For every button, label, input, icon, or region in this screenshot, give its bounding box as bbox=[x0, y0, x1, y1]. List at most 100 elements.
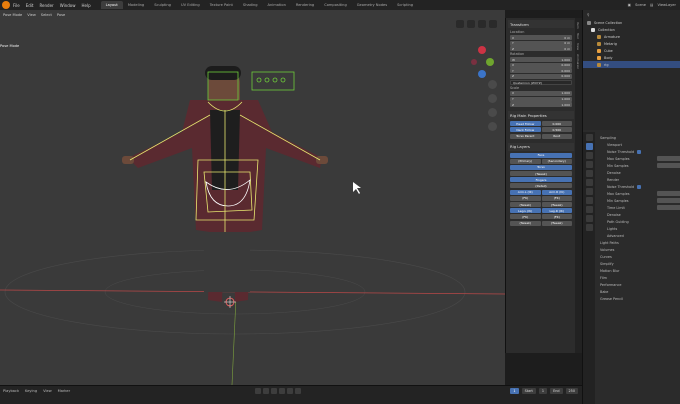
timeline-menu-marker[interactable]: Marker bbox=[58, 389, 70, 393]
outliner-item[interactable]: Body bbox=[583, 54, 680, 61]
properties-row[interactable]: Noise Threshold bbox=[597, 183, 680, 190]
outliner-item[interactable]: Collection bbox=[583, 26, 680, 33]
face-ctrl-3[interactable] bbox=[272, 77, 278, 83]
modifier-tab-icon[interactable] bbox=[585, 197, 593, 204]
properties-row[interactable]: Film bbox=[597, 274, 680, 281]
location-x-field[interactable]: X0 m bbox=[510, 35, 572, 40]
jump-start-icon[interactable] bbox=[255, 388, 261, 394]
workspace-tab-animation[interactable]: Animation bbox=[263, 1, 291, 9]
outliner-item[interactable]: rig bbox=[583, 61, 680, 68]
workspace-tab-compositing[interactable]: Compositing bbox=[319, 1, 352, 9]
rig-layer-toggle[interactable]: (Tweak) bbox=[541, 220, 572, 226]
rendered-shading-icon[interactable] bbox=[489, 20, 497, 28]
rig-layer-toggle[interactable]: (Tweak) bbox=[510, 202, 541, 208]
properties-row[interactable]: Sampling bbox=[597, 134, 680, 141]
current-frame-field[interactable]: 1 bbox=[510, 388, 519, 394]
gizmo-y-icon[interactable] bbox=[486, 58, 494, 66]
start-frame-field[interactable]: 1 bbox=[538, 388, 548, 394]
rotation-z-field[interactable]: Z 0.000 bbox=[510, 73, 572, 79]
location-y-field[interactable]: Y0 m bbox=[510, 40, 572, 46]
view-layer-tab-icon[interactable] bbox=[585, 161, 593, 168]
scene-icon[interactable]: ▣ bbox=[628, 3, 631, 7]
menu-help[interactable]: Help bbox=[81, 3, 90, 8]
3d-viewport[interactable]: Pose Mode View Select Pose Pose Mode bbox=[0, 10, 505, 385]
properties-row[interactable]: Performance bbox=[597, 281, 680, 288]
material-shading-icon[interactable] bbox=[478, 20, 486, 28]
play-icon[interactable] bbox=[279, 388, 285, 394]
rotation-mode-dropdown[interactable]: Quaternion (WXYZ) bbox=[510, 79, 572, 85]
rig-layer-toggle[interactable]: Leg.R (IK) bbox=[541, 208, 572, 214]
viewport-menu-view[interactable]: View bbox=[27, 13, 36, 17]
properties-row[interactable]: Volumes bbox=[597, 246, 680, 253]
rig-layer-toggle[interactable]: Leg.L (IK) bbox=[510, 208, 541, 214]
properties-row[interactable]: Min Samples bbox=[597, 162, 680, 169]
object-tab-icon[interactable] bbox=[585, 188, 593, 195]
properties-value-field[interactable] bbox=[657, 205, 680, 210]
viewport-canvas[interactable] bbox=[0, 10, 505, 385]
face-ctrl-4[interactable] bbox=[280, 77, 286, 83]
rig-layer-toggle[interactable]: Face bbox=[510, 152, 572, 158]
rig-layer-toggle[interactable]: (FK) bbox=[541, 214, 572, 220]
world-tab-icon[interactable] bbox=[585, 179, 593, 186]
viewport-menu-pose[interactable]: Pose bbox=[57, 13, 65, 17]
scale-x-field[interactable]: X 1.000 bbox=[510, 90, 572, 96]
face-ctrl-1[interactable] bbox=[256, 77, 262, 83]
tool-tab-icon[interactable] bbox=[585, 134, 593, 141]
properties-value-field[interactable] bbox=[657, 156, 680, 161]
properties-row[interactable]: Denoise bbox=[597, 211, 680, 218]
solid-shading-icon[interactable] bbox=[467, 20, 475, 28]
properties-row[interactable]: Max Samples bbox=[597, 190, 680, 197]
scene-name[interactable]: Scene bbox=[635, 3, 646, 7]
sidebar-tab-animation[interactable]: Animation bbox=[576, 54, 580, 69]
workspace-tab-shading[interactable]: Shading bbox=[238, 1, 263, 9]
properties-row[interactable]: Lights bbox=[597, 225, 680, 232]
scene-tab-icon[interactable] bbox=[585, 170, 593, 177]
properties-row[interactable]: Denoise bbox=[597, 169, 680, 176]
properties-row[interactable]: Advanced bbox=[597, 232, 680, 239]
pan-icon[interactable] bbox=[488, 94, 497, 103]
workspace-tab-modeling[interactable]: Modeling bbox=[123, 1, 149, 9]
rotation-x-field[interactable]: X 0.000 bbox=[510, 62, 572, 68]
properties-row[interactable]: Grease Pencil bbox=[597, 295, 680, 302]
rig-main-title[interactable]: Rig Main Properties bbox=[508, 111, 574, 120]
constraints-tab-icon[interactable] bbox=[585, 215, 593, 222]
workspace-tab-sculpting[interactable]: Sculpting bbox=[149, 1, 176, 9]
rig-layer-toggle[interactable]: Arm.R (IK) bbox=[541, 189, 572, 195]
transform-title[interactable]: Transform bbox=[508, 20, 574, 28]
timeline-menu-view[interactable]: View bbox=[43, 389, 52, 393]
menu-file[interactable]: File bbox=[13, 3, 20, 8]
gizmo-x-icon[interactable] bbox=[478, 46, 486, 54]
sidebar-tab-tool[interactable]: Tool bbox=[576, 33, 580, 39]
viewport-mode-menu[interactable]: Pose Mode bbox=[3, 13, 22, 17]
outliner-item[interactable]: Armature bbox=[583, 33, 680, 40]
wireframe-shading-icon[interactable] bbox=[456, 20, 464, 28]
outliner-filter-icon[interactable]: ⚲ bbox=[587, 13, 589, 17]
menu-render[interactable]: Render bbox=[39, 3, 53, 8]
outliner-item[interactable]: Metarig bbox=[583, 40, 680, 47]
camera-view-icon[interactable] bbox=[488, 108, 497, 117]
properties-row[interactable]: Noise Threshold bbox=[597, 148, 680, 155]
properties-row[interactable]: Motion Blur bbox=[597, 267, 680, 274]
face-ctrl-2[interactable] bbox=[264, 77, 270, 83]
physics-tab-icon[interactable] bbox=[585, 206, 593, 213]
outliner-item[interactable]: Cube bbox=[583, 47, 680, 54]
outliner-item[interactable]: Scene Collection bbox=[583, 19, 680, 26]
view-layer-name[interactable]: ViewLayer bbox=[657, 3, 676, 7]
prev-key-icon[interactable] bbox=[263, 388, 269, 394]
output-tab-icon[interactable] bbox=[585, 152, 593, 159]
render-tab-icon[interactable] bbox=[585, 143, 593, 150]
properties-value-field[interactable] bbox=[657, 163, 680, 168]
menu-window[interactable]: Window bbox=[60, 3, 76, 8]
workspace-tab-scripting[interactable]: Scripting bbox=[392, 1, 418, 9]
properties-row[interactable]: Render bbox=[597, 176, 680, 183]
rig-layer-toggle[interactable]: Arm.L (IK) bbox=[510, 189, 541, 195]
properties-value-field[interactable] bbox=[657, 191, 680, 196]
rig-layer-toggle[interactable]: Torso bbox=[510, 164, 572, 170]
properties-row[interactable]: Path Guiding bbox=[597, 218, 680, 225]
location-z-field[interactable]: Z0 m bbox=[510, 46, 572, 52]
rig-layer-toggle[interactable]: (FK) bbox=[510, 195, 541, 201]
rig-layers-title[interactable]: Rig Layers bbox=[508, 142, 574, 151]
workspace-tab-geometry-nodes[interactable]: Geometry Nodes bbox=[352, 1, 392, 9]
menu-edit[interactable]: Edit bbox=[26, 3, 34, 8]
properties-row[interactable]: Min Samples bbox=[597, 197, 680, 204]
